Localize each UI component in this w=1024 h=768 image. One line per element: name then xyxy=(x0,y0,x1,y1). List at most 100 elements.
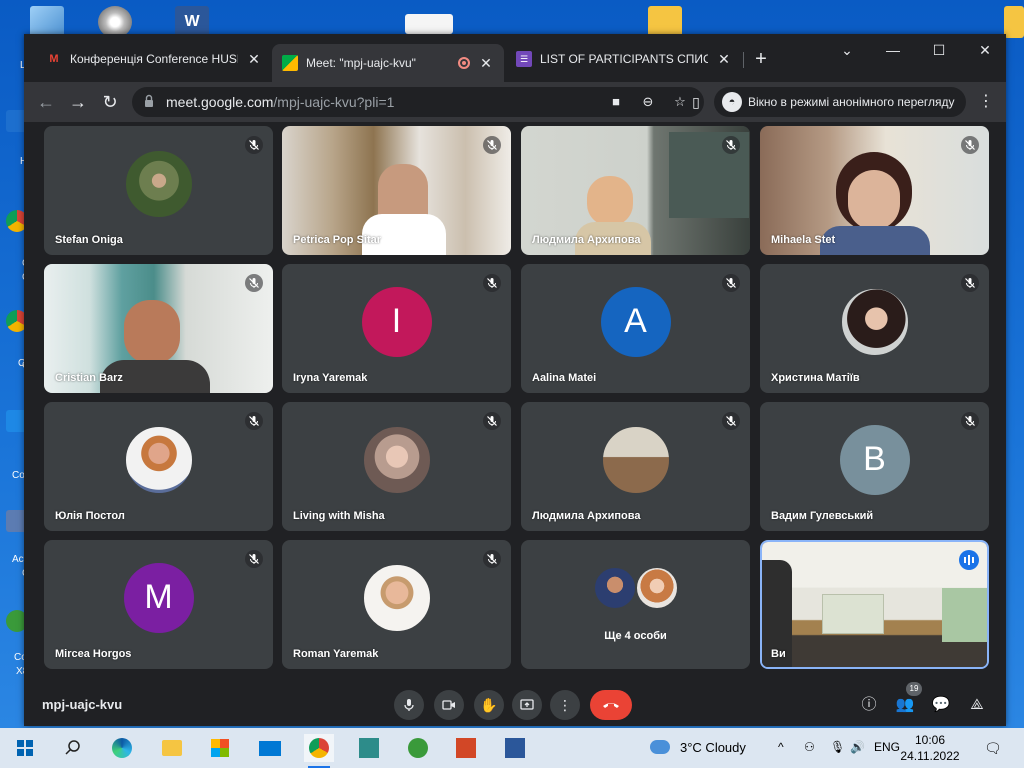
windows-icon xyxy=(17,740,33,756)
mic-off-icon xyxy=(245,412,263,430)
speaking-indicator-icon xyxy=(959,550,979,570)
app-taskbar-button[interactable] xyxy=(354,734,384,762)
participant-name: Христина Матіїв xyxy=(771,372,860,384)
tab-forms[interactable]: ☰ LIST OF PARTICIPANTS СПИСОК ✕ xyxy=(506,44,742,74)
tab-search-button[interactable]: ⌄ xyxy=(824,42,870,62)
edge-icon xyxy=(112,738,132,758)
zoom-icon[interactable]: ⊖ xyxy=(640,94,656,110)
leave-call-button[interactable] xyxy=(590,690,632,720)
participant-name: Living with Misha xyxy=(293,510,385,522)
participant-tile[interactable]: Living with Misha xyxy=(282,402,511,531)
participant-tile[interactable]: A Aalina Matei xyxy=(521,264,750,393)
close-tab-icon[interactable]: ✕ xyxy=(246,51,262,68)
participant-tile[interactable]: B Вадим Гулевський xyxy=(760,402,989,531)
clock-time: 10:06 xyxy=(914,733,946,747)
mic-off-icon xyxy=(722,412,740,430)
participant-tile[interactable]: Roman Yaremak xyxy=(282,540,511,669)
reload-button[interactable]: ↻ xyxy=(100,92,120,112)
close-tab-icon[interactable]: ✕ xyxy=(478,55,494,72)
powerpoint-taskbar-button[interactable] xyxy=(451,734,481,762)
camera-icon[interactable]: ■ xyxy=(608,94,624,110)
people-tray-icon[interactable]: ⚇ xyxy=(804,740,815,754)
browser-window: M Конференція Conference HUSKI ✕ Meet: "… xyxy=(24,34,1006,726)
participant-tile[interactable]: Юлія Постол xyxy=(44,402,273,531)
tab-gmail[interactable]: M Конференція Conference HUSKI ✕ xyxy=(36,44,272,74)
present-screen-button[interactable] xyxy=(512,690,542,720)
mic-off-icon xyxy=(245,136,263,154)
browser-menu-icon[interactable]: ⋮ xyxy=(976,92,996,112)
person-face xyxy=(848,170,900,230)
mic-toggle-button[interactable] xyxy=(394,690,424,720)
notifications-icon[interactable]: 🗨 xyxy=(984,740,1002,757)
participant-name: Iryna Yaremak xyxy=(293,372,368,384)
participant-tile[interactable]: Stefan Oniga xyxy=(44,126,273,255)
explorer-taskbar-button[interactable] xyxy=(157,734,187,762)
meeting-info-button[interactable]: ⓘ xyxy=(858,694,880,716)
chrome-taskbar-button[interactable] xyxy=(304,734,334,768)
mic-icon xyxy=(404,699,414,711)
participant-tile[interactable]: Христина Матіїв xyxy=(760,264,989,393)
meet-icon xyxy=(282,55,298,71)
self-view-tile[interactable]: Ви xyxy=(760,540,989,669)
activities-button[interactable]: ⟁ xyxy=(966,694,988,716)
edge-taskbar-button[interactable] xyxy=(107,734,137,762)
recording-icon xyxy=(458,57,470,69)
address-bar[interactable]: meet.google.com/mpj-uajc-kvu?pli=1 ■ ⊖ ☆ xyxy=(132,87,704,117)
weather-text[interactable]: 3°C Cloudy xyxy=(680,740,746,755)
clock[interactable]: 10:06 24.11.2022 xyxy=(900,732,960,764)
corel-icon xyxy=(408,738,428,758)
person-face xyxy=(124,300,180,364)
raise-hand-button[interactable]: ✋ xyxy=(474,690,504,720)
participant-name: Людмила Архипова xyxy=(532,234,641,246)
incognito-indicator[interactable]: ◓ Вікно в режимі анонімного перегляду xyxy=(714,87,966,117)
participant-tile[interactable]: I Iryna Yaremak xyxy=(282,264,511,393)
minimize-button[interactable]: — xyxy=(870,42,916,62)
participant-tile[interactable]: Людмила Архипова xyxy=(521,402,750,531)
browser-toolbar: ← → ↻ meet.google.com/mpj-uajc-kvu?pli=1… xyxy=(24,82,1006,122)
close-window-button[interactable]: ✕ xyxy=(962,42,1008,62)
people-button[interactable]: 👥 xyxy=(894,694,916,716)
folder-icon-2[interactable] xyxy=(1004,6,1024,38)
participant-name: Mircea Horgos xyxy=(55,648,132,660)
new-tab-button[interactable]: + xyxy=(752,49,770,69)
close-tab-icon[interactable]: ✕ xyxy=(716,51,732,68)
language-indicator[interactable]: ENG xyxy=(874,740,900,754)
participant-avatar: M xyxy=(123,562,194,633)
microphone-tray-icon[interactable]: 🎙 xyxy=(830,740,845,754)
participant-avatar xyxy=(361,562,432,633)
mic-off-icon xyxy=(483,550,501,568)
window-pane xyxy=(942,588,987,642)
participant-tile[interactable]: Cristian Barz xyxy=(44,264,273,393)
participant-tile[interactable]: M Mircea Horgos xyxy=(44,540,273,669)
search-button[interactable] xyxy=(58,734,88,762)
mail-taskbar-button[interactable] xyxy=(255,734,285,762)
participant-avatar xyxy=(123,424,194,495)
tray-chevron-icon[interactable]: ^ xyxy=(778,740,784,754)
participant-name: Людмила Архипова xyxy=(532,510,641,522)
forward-button[interactable]: → xyxy=(68,92,88,112)
word-taskbar-button[interactable] xyxy=(500,734,530,762)
document-icon[interactable] xyxy=(405,14,453,34)
chat-button[interactable]: 💬 xyxy=(930,694,952,716)
participant-tile[interactable]: Petrica Pop Sitar xyxy=(282,126,511,255)
side-panel-icon[interactable]: ▯ xyxy=(686,92,706,112)
participant-tile[interactable]: Mihaela Stet xyxy=(760,126,989,255)
volume-icon[interactable]: 🔊 xyxy=(850,740,865,754)
mic-off-icon xyxy=(483,136,501,154)
maximize-button[interactable]: ☐ xyxy=(916,42,962,62)
camera-toggle-button[interactable] xyxy=(434,690,464,720)
game-icon xyxy=(359,738,379,758)
start-button[interactable] xyxy=(10,734,40,762)
participant-tile[interactable]: Людмила Архипова xyxy=(521,126,750,255)
participant-name: Mihaela Stet xyxy=(771,234,836,246)
more-options-button[interactable]: ⋮ xyxy=(550,690,580,720)
corel-taskbar-button[interactable] xyxy=(403,734,433,762)
tab-strip: M Конференція Conference HUSKI ✕ Meet: "… xyxy=(24,34,1006,82)
store-taskbar-button[interactable] xyxy=(205,734,235,762)
back-button[interactable]: ← xyxy=(36,92,56,112)
tab-meet[interactable]: Meet: "mpj-uajc-kvu" ✕ xyxy=(272,44,504,82)
more-participants-tile[interactable]: Ще 4 особи xyxy=(521,540,750,669)
forms-icon: ☰ xyxy=(516,51,532,67)
camera-icon xyxy=(442,700,455,710)
person-figure xyxy=(587,176,633,226)
